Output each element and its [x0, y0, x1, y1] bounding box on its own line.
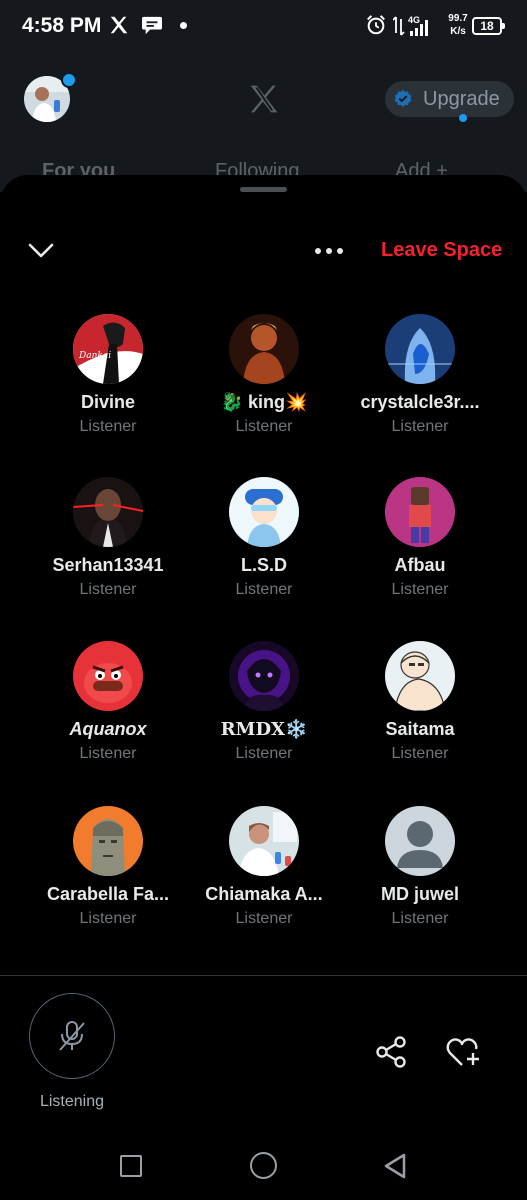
participant-role: Listener: [391, 910, 449, 927]
participant-name: Saitama: [385, 719, 455, 739]
heart-plus-icon[interactable]: [445, 1035, 481, 1069]
avatar: [73, 641, 143, 711]
space-sheet: Leave Space Dankai Divine Listener 🐉 kin…: [0, 175, 527, 1135]
avatar: Dankai: [73, 314, 143, 384]
participant-card[interactable]: Chiamaka A... Listener: [184, 806, 344, 928]
mic-status-label: Listening: [39, 1093, 105, 1110]
participant-card[interactable]: RMDX❄️ Listener: [184, 641, 344, 763]
network-type: 4G: [408, 15, 420, 25]
participant-card[interactable]: MD juwel Listener: [340, 806, 500, 928]
chevron-down-icon[interactable]: [26, 239, 56, 263]
participant-card[interactable]: Afbau Listener: [340, 477, 500, 599]
network-speed: 99.7 K/s: [448, 13, 468, 37]
participant-name: crystalcle3r....: [360, 392, 480, 412]
x-logo-icon[interactable]: [248, 83, 280, 115]
participant-card[interactable]: Dankai Divine Listener: [28, 314, 188, 436]
avatar: [73, 806, 143, 876]
dot-icon: [326, 248, 332, 254]
status-time: 4:58 PM: [22, 14, 102, 37]
participant-name: L.S.D: [240, 555, 287, 575]
more-options-button[interactable]: [313, 241, 345, 261]
mic-button[interactable]: [29, 993, 115, 1079]
recents-button[interactable]: [120, 1155, 142, 1177]
avatar: [385, 806, 455, 876]
alarm-icon: [367, 15, 385, 35]
dot-icon: [337, 248, 343, 254]
participant-role: Listener: [79, 910, 137, 927]
leave-space-button[interactable]: Leave Space: [381, 239, 502, 262]
x-logo-icon: [110, 16, 128, 34]
participant-role: Listener: [235, 418, 293, 435]
home-button[interactable]: [250, 1152, 277, 1179]
participant-card[interactable]: Carabella Fa... Listener: [28, 806, 188, 928]
signal-icon: 4G: [393, 15, 428, 36]
participant-role: Listener: [79, 581, 137, 598]
participant-role: Listener: [391, 581, 449, 598]
participant-role: Listener: [235, 745, 293, 762]
screen: 4:58 PM 4G 99.7 K/s 18 Upgrade For you F…: [0, 0, 527, 1200]
participant-role: Listener: [235, 910, 293, 927]
participant-role: Listener: [391, 418, 449, 435]
divider: [0, 975, 527, 976]
participant-name: Divine: [80, 392, 136, 412]
avatar: [229, 314, 299, 384]
participant-role: Listener: [391, 745, 449, 762]
participant-role: Listener: [79, 745, 137, 762]
avatar: [229, 641, 299, 711]
share-icon[interactable]: [374, 1035, 408, 1069]
upgrade-label: Upgrade: [423, 87, 500, 110]
participant-name: Afbau: [394, 555, 446, 575]
participant-card[interactable]: Aquanox Listener: [28, 641, 188, 763]
participant-card[interactable]: 🐉 king💥 Listener: [184, 314, 344, 436]
battery-icon: 18: [472, 17, 505, 35]
upgrade-button[interactable]: Upgrade: [385, 81, 514, 117]
avatar: [229, 477, 299, 547]
participant-name: Chiamaka A...: [205, 884, 323, 904]
profile-notification-dot: [61, 72, 77, 88]
participant-card[interactable]: Saitama Listener: [340, 641, 500, 763]
participant-name: Aquanox: [69, 719, 147, 739]
chat-bubble-icon: [142, 16, 162, 35]
svg-text:Dankai: Dankai: [78, 351, 111, 361]
mic-off-icon: [59, 1021, 85, 1051]
status-bar: 4:58 PM 4G 99.7 K/s 18: [0, 0, 527, 52]
participant-name: RMDX❄️: [220, 719, 308, 740]
participant-name: Carabella Fa...: [46, 884, 170, 904]
avatar: [385, 314, 455, 384]
participant-name: Serhan13341: [52, 555, 164, 575]
participant-name: MD juwel: [380, 884, 459, 904]
participant-role: Listener: [79, 418, 137, 435]
system-nav-bar: [0, 1135, 527, 1200]
participant-card[interactable]: L.S.D Listener: [184, 477, 344, 599]
app-header: Upgrade For you Following Add +: [0, 52, 527, 192]
avatar: [385, 641, 455, 711]
participant-name: 🐉 king💥: [220, 392, 308, 412]
avatar: [73, 477, 143, 547]
drag-handle[interactable]: [240, 187, 287, 192]
participant-role: Listener: [235, 581, 293, 598]
notification-dot: [180, 22, 187, 29]
avatar: [385, 477, 455, 547]
participant-card[interactable]: crystalcle3r.... Listener: [340, 314, 500, 436]
verified-badge-icon: [394, 89, 412, 107]
dot-icon: [315, 248, 321, 254]
tab-notification-dot: [459, 114, 467, 122]
avatar: [229, 806, 299, 876]
participant-card[interactable]: Serhan13341 Listener: [28, 477, 188, 599]
back-icon[interactable]: [383, 1152, 407, 1180]
